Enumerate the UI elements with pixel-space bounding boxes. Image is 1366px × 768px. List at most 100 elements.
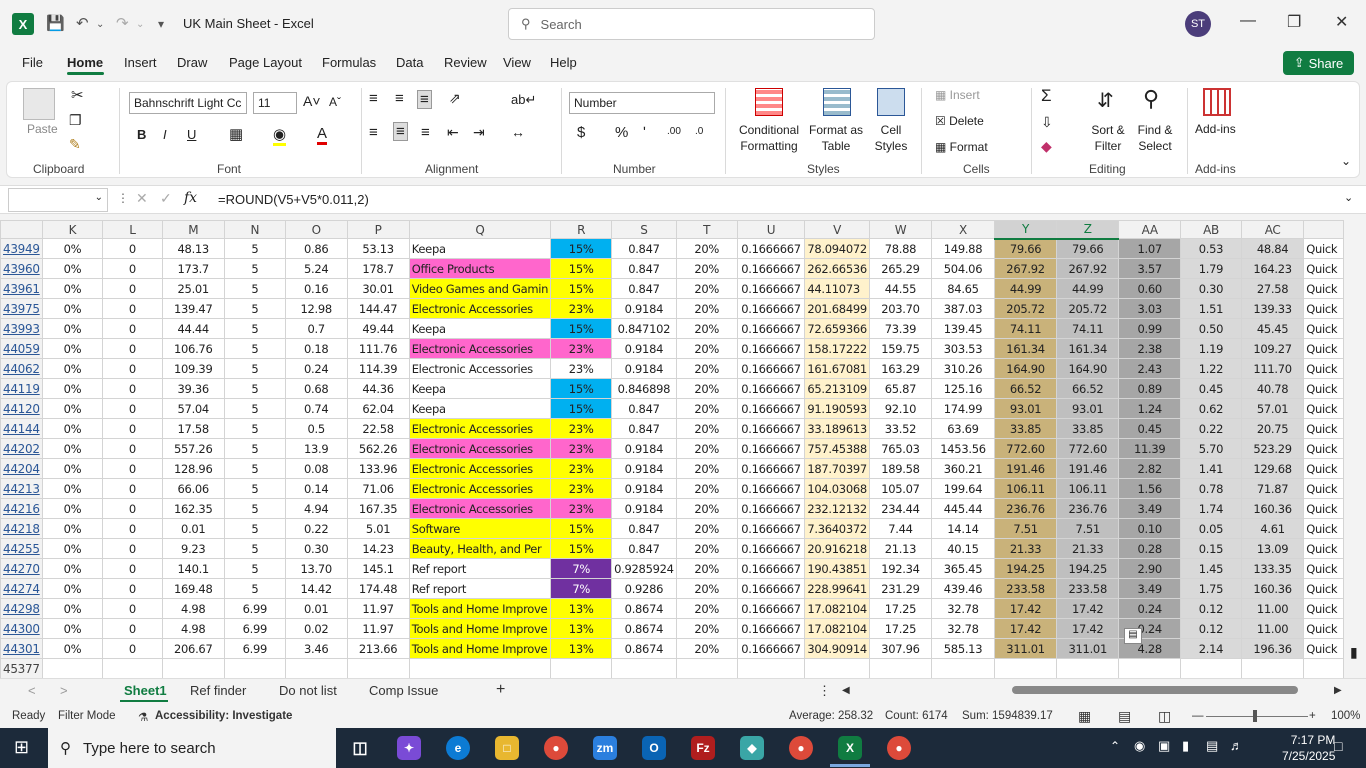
cell-p[interactable]: 53.13 [346, 238, 410, 259]
cell-rv[interactable]: 23% [550, 358, 613, 379]
empty-cell[interactable] [1303, 658, 1344, 678]
cell-k[interactable]: 0% [41, 338, 104, 359]
cell-s[interactable]: 0.9184 [611, 298, 677, 319]
column-header[interactable]: N [223, 220, 286, 239]
cell-o[interactable]: 0.14 [284, 478, 348, 499]
cell-z[interactable]: 161.34 [1056, 338, 1120, 359]
cell-ad[interactable]: Quick [1303, 258, 1344, 279]
cell-m[interactable]: 57.04 [161, 398, 225, 419]
column-header[interactable]: L [102, 220, 163, 239]
cell-m[interactable]: 139.47 [161, 298, 225, 319]
cell-ab[interactable]: 0.22 [1179, 418, 1243, 439]
cell-x[interactable]: 32.78 [931, 598, 995, 619]
find-select-button[interactable]: Find & Select [1131, 122, 1179, 154]
cell-n[interactable]: 6.99 [223, 598, 286, 619]
cell-x[interactable]: 387.03 [931, 298, 995, 319]
empty-cell[interactable] [284, 658, 348, 678]
cell-ac[interactable]: 71.87 [1240, 478, 1305, 499]
cell-k[interactable]: 0% [41, 618, 104, 639]
row-header[interactable]: 44270 [0, 558, 43, 579]
cell-w[interactable]: 21.13 [868, 538, 933, 559]
cell-w[interactable]: 203.70 [868, 298, 933, 319]
cut-icon[interactable]: ✂ [71, 86, 84, 104]
cell-u[interactable]: 0.1666667 [736, 238, 806, 259]
cell-k[interactable]: 0% [41, 518, 104, 539]
cell-p[interactable]: 22.58 [346, 418, 410, 439]
cell-l[interactable]: 0 [102, 238, 163, 259]
align-bottom-icon[interactable]: ≡ [417, 90, 432, 109]
cell-l[interactable]: 0 [102, 518, 163, 539]
cell-z[interactable]: 17.42 [1056, 598, 1120, 619]
cell-x[interactable]: 365.45 [931, 558, 995, 579]
cell-rv[interactable]: 15% [550, 398, 613, 419]
cell-rv[interactable]: 15% [550, 278, 613, 299]
empty-cell[interactable] [993, 658, 1058, 678]
cell-s[interactable]: 0.9184 [611, 458, 677, 479]
tab-insert[interactable]: Insert [124, 55, 157, 70]
cell-z[interactable]: 21.33 [1056, 538, 1120, 559]
cell-aa[interactable]: 1.56 [1118, 478, 1181, 499]
cell-t[interactable]: 20% [675, 258, 738, 279]
cell-m[interactable]: 66.06 [161, 478, 225, 499]
cell-k[interactable]: 0% [41, 358, 104, 379]
cell-t[interactable]: 20% [675, 238, 738, 259]
tab-view[interactable]: View [503, 55, 531, 70]
column-header[interactable]: AC [1240, 220, 1305, 239]
tray-overflow-icon[interactable]: ⌃ [1110, 739, 1120, 753]
cell-u[interactable]: 0.1666667 [736, 518, 806, 539]
cell-q[interactable]: Keepa [408, 238, 552, 259]
cell-v[interactable]: 232.12132 [804, 498, 870, 519]
cell-u[interactable]: 0.1666667 [736, 318, 806, 339]
cell-x[interactable]: 1453.56 [931, 438, 995, 459]
scroll-thumb-icon[interactable]: ▮ [1350, 644, 1358, 661]
column-header[interactable]: X [931, 220, 995, 239]
cell-y[interactable]: 205.72 [993, 298, 1058, 319]
cell-n[interactable]: 5 [223, 478, 286, 499]
cell-v[interactable]: 104.03068 [804, 478, 870, 499]
cell-q[interactable]: Electronic Accessories [408, 498, 552, 519]
cell-o[interactable]: 13.9 [284, 438, 348, 459]
cell-n[interactable]: 5 [223, 438, 286, 459]
cell-aa[interactable]: 0.89 [1118, 378, 1181, 399]
taskbar-clock[interactable]: 7:17 PM 7/25/2025 [1282, 732, 1335, 764]
cell-x[interactable]: 40.15 [931, 538, 995, 559]
cell-v[interactable]: 33.189613 [804, 418, 870, 439]
cell-k[interactable]: 0% [41, 258, 104, 279]
cell-p[interactable]: 44.36 [346, 378, 410, 399]
cell-n[interactable]: 5 [223, 378, 286, 399]
cell-z[interactable]: 66.52 [1056, 378, 1120, 399]
cell-rv[interactable]: 13% [550, 598, 613, 619]
cell-ac[interactable]: 11.00 [1240, 598, 1305, 619]
cell-x[interactable]: 445.44 [931, 498, 995, 519]
percent-icon[interactable]: % [615, 124, 628, 141]
find-select-icon[interactable]: ⚲ [1143, 86, 1159, 112]
cell-n[interactable]: 5 [223, 358, 286, 379]
row-header[interactable]: 43961 [0, 278, 43, 299]
cell-rv[interactable]: 15% [550, 378, 613, 399]
save-icon[interactable]: 💾 [46, 14, 65, 32]
cell-v[interactable]: 228.99641 [804, 578, 870, 599]
cell-aa[interactable]: 1.07 [1118, 238, 1181, 259]
format-cells-button[interactable]: ▦ Format [935, 140, 988, 154]
font-name-combo[interactable]: Bahnschrift Light Cc [129, 92, 247, 114]
redo-dropdown-icon[interactable]: ⌄ [136, 19, 144, 30]
cell-n[interactable]: 5 [223, 398, 286, 419]
cell-p[interactable]: 11.97 [346, 598, 410, 619]
row-header[interactable]: 44204 [0, 458, 43, 479]
cell-ad[interactable]: Quick [1303, 358, 1344, 379]
cell-m[interactable]: 9.23 [161, 538, 225, 559]
cell-s[interactable]: 0.9184 [611, 338, 677, 359]
expand-formula-bar-icon[interactable]: ⌄ [1344, 191, 1353, 204]
cell-aa[interactable]: 2.38 [1118, 338, 1181, 359]
tab-formulas[interactable]: Formulas [322, 55, 376, 70]
cell-ad[interactable]: Quick [1303, 478, 1344, 499]
cell-m[interactable]: 109.39 [161, 358, 225, 379]
cell-y[interactable]: 161.34 [993, 338, 1058, 359]
insert-cells-button[interactable]: ▦ Insert [935, 88, 980, 102]
tab-data[interactable]: Data [396, 55, 423, 70]
cell-z[interactable]: 233.58 [1056, 578, 1120, 599]
cell-o[interactable]: 0.30 [284, 538, 348, 559]
cell-rv[interactable]: 23% [550, 298, 613, 319]
empty-cell[interactable] [1056, 658, 1120, 678]
cell-v[interactable]: 187.70397 [804, 458, 870, 479]
